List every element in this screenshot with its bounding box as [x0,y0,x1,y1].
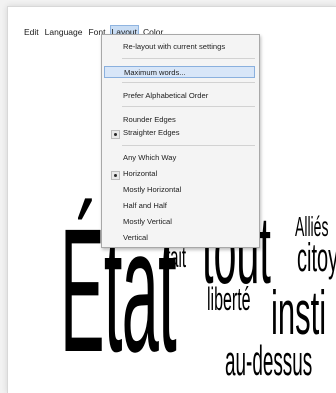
cloud-word-au-dessus: au-dessus [225,337,313,384]
layout-dropdown-menu: Re-layout with current settings Maximum … [101,34,260,248]
cloud-word-citoy: citoy [297,236,336,280]
menu-separator [122,106,255,107]
cloud-word-liberte: liberté [207,281,251,317]
radio-selected-indicator [111,171,120,180]
menu-item-mostly-horizontal-label: Mostly Horizontal [123,185,182,194]
menu-item-mostly-vertical-label: Mostly Vertical [123,217,172,226]
menu-item-maximum-words-label: Maximum words... [124,68,186,77]
menu-language[interactable]: Language [43,25,85,39]
menu-item-half-and-half[interactable]: Half and Half [104,200,255,212]
menu-item-prefer-alphabetical-label: Prefer Alphabetical Order [123,91,209,100]
menu-item-half-and-half-label: Half and Half [123,201,167,210]
menu-item-straighter-edges[interactable]: Straighter Edges [104,127,255,139]
menu-item-horizontal[interactable]: Horizontal [104,168,255,180]
menu-item-prefer-alphabetical[interactable]: Prefer Alphabetical Order [104,90,255,102]
menu-item-relayout[interactable]: Re-layout with current settings [104,41,255,53]
cloud-word-insti: insti [271,279,327,348]
menu-item-maximum-words[interactable]: Maximum words... [104,66,255,78]
menu-item-horizontal-label: Horizontal [123,169,158,178]
menu-item-relayout-label: Re-layout with current settings [123,42,226,51]
menu-item-straighter-edges-label: Straighter Edges [123,128,180,137]
menu-separator [122,82,255,83]
menu-item-mostly-horizontal[interactable]: Mostly Horizontal [104,184,255,196]
menu-item-any-which-way-label: Any Which Way [123,153,177,162]
menu-item-any-which-way[interactable]: Any Which Way [104,152,255,164]
menu-separator [122,58,255,59]
app-root: Edit Language Font Layout Color État fai… [0,0,336,393]
menu-item-vertical[interactable]: Vertical [104,232,255,244]
menu-edit[interactable]: Edit [22,25,41,39]
menu-item-mostly-vertical[interactable]: Mostly Vertical [104,216,255,228]
radio-selected-indicator [111,130,120,139]
menu-item-vertical-label: Vertical [123,233,148,242]
menu-separator [122,145,255,146]
menu-item-rounder-edges[interactable]: Rounder Edges [104,114,255,126]
menu-item-rounder-edges-label: Rounder Edges [123,115,176,124]
